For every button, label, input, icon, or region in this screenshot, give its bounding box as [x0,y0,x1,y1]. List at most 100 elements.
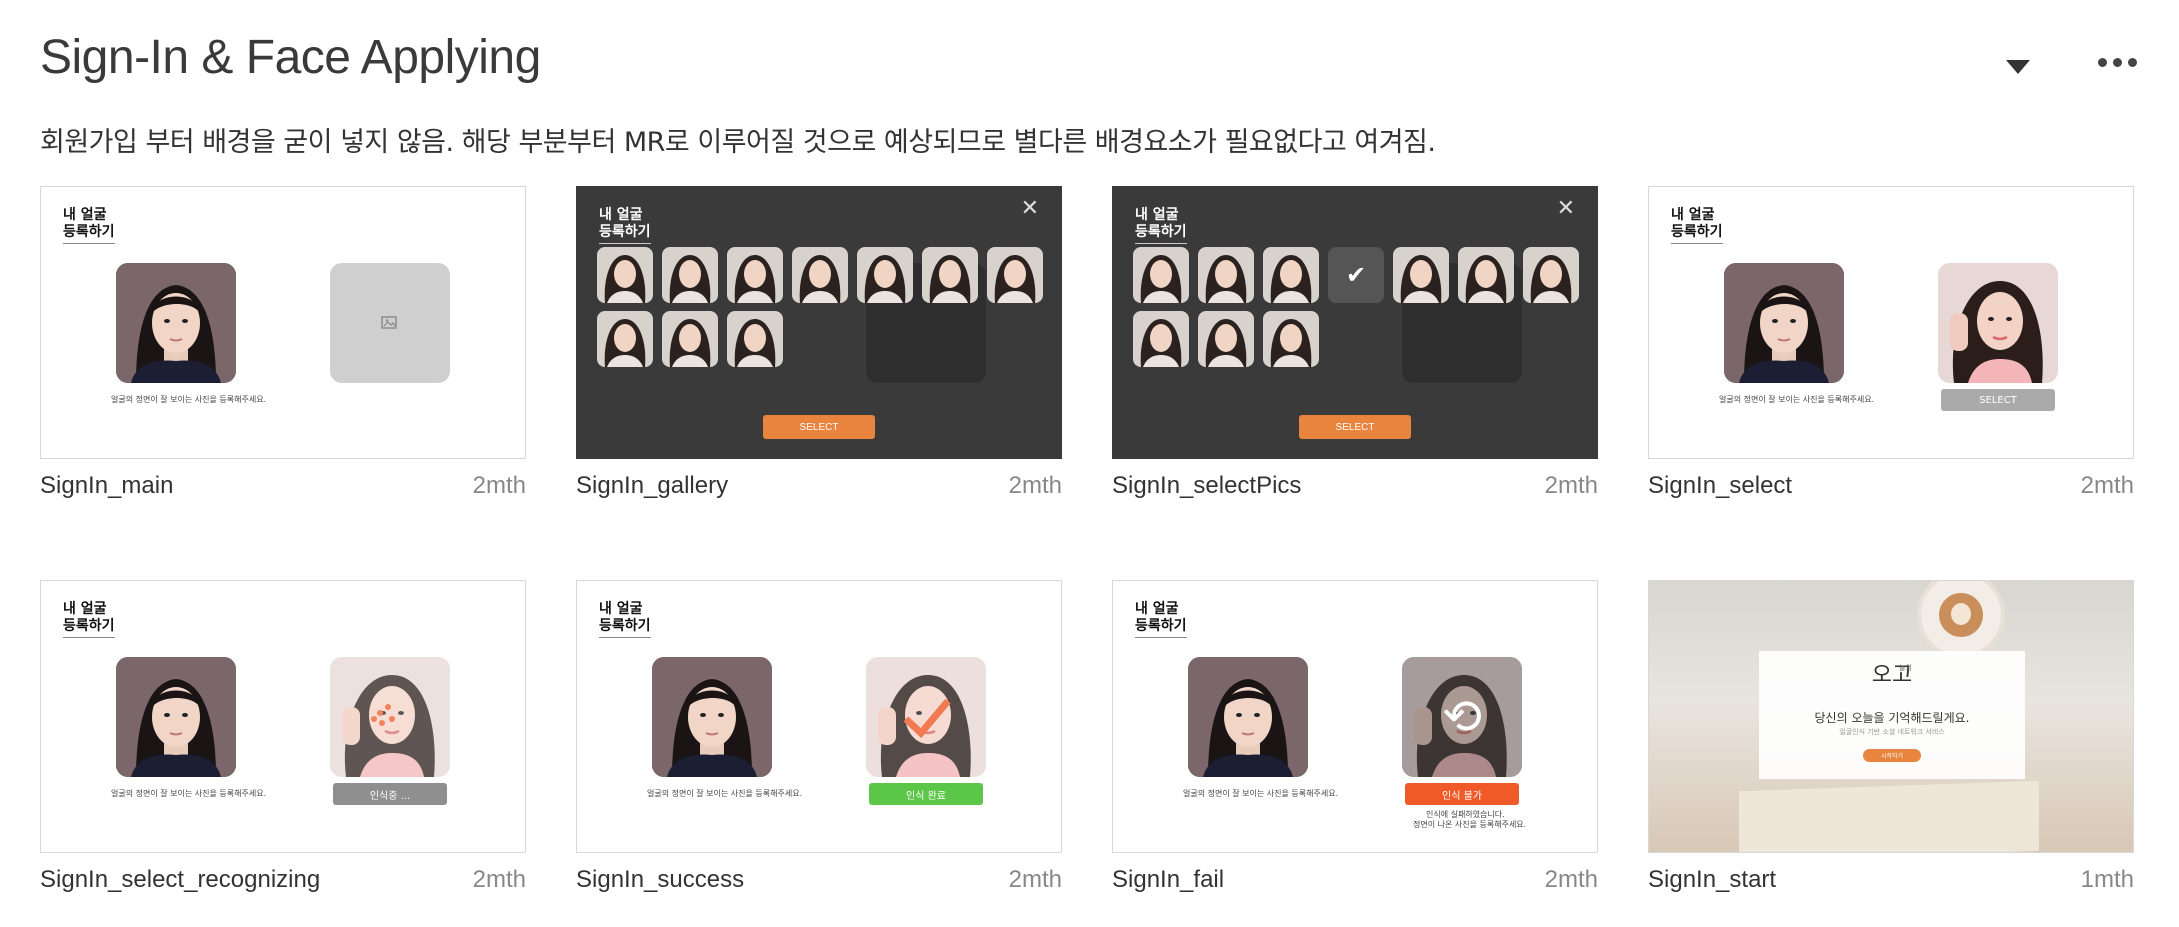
gallery-thumb-selected[interactable]: ✔ [1328,247,1384,303]
frame-name[interactable]: SignIn_fail [1112,866,1224,894]
fail-message: 정면이 나온 사진을 등록해주세요. [1413,820,1527,829]
frame-name[interactable]: SignIn_select_recognizing [40,866,320,894]
section-title: Sign-In & Face Applying [40,31,541,84]
gallery-thumb[interactable] [727,311,783,367]
screen-heading: 내 얼굴 등록하기 [63,601,115,638]
frame-name[interactable]: SignIn_success [576,866,744,894]
profile-photo [1188,657,1308,777]
photo-caption: 얼굴의 정면이 잘 보이는 사진을 등록해주세요. [111,789,267,798]
select-button[interactable]: SELECT [763,415,875,439]
undo-icon: ⟲ [1441,691,1483,744]
book [1739,780,2039,852]
frame-name[interactable]: SignIn_gallery [576,472,728,500]
frame-card[interactable]: 내 얼굴 등록하기 ✕ SELECT SignIn_gallery 2mth [576,186,1062,499]
more-dot [2128,57,2137,67]
frame-card[interactable]: 내 얼굴 등록하기 얼굴의 정면이 잘 보이는 사진을 등록해주세요. Sign… [40,186,526,499]
close-icon[interactable]: ✕ [1557,195,1575,221]
photo-caption: 얼굴의 정면이 잘 보이는 사진을 등록해주세요. [1183,789,1339,798]
screen-heading: 내 얼굴 등록하기 [1671,207,1723,244]
gallery-thumb[interactable] [727,247,783,303]
frame-thumbnail[interactable]: 내 얼굴 등록하기 인식중 ... 얼굴의 정면이 잘 보이는 사진을 등록해주… [40,580,526,853]
close-icon[interactable]: ✕ [1021,195,1039,221]
gallery-thumb[interactable] [1133,247,1189,303]
photo-caption: 얼굴의 정면이 잘 보이는 사진을 등록해주세요. [111,395,267,404]
gallery-thumb[interactable] [662,311,718,367]
gallery-thumb[interactable] [662,247,718,303]
frame-time: 2mth [1544,866,1598,893]
frame-thumbnail[interactable]: 내 얼굴 등록하기 ✕ SELECT [576,186,1062,459]
gallery-thumb[interactable] [1523,247,1579,303]
gallery-thumb[interactable] [1133,311,1189,367]
frame-card[interactable]: 내 얼굴 등록하기 SELECT 얼굴의 정면이 잘 보이는 사진을 등록해주세… [1648,186,2134,499]
frame-name[interactable]: SignIn_selectPics [1112,472,1301,500]
frame-name[interactable]: SignIn_select [1648,472,1792,500]
status-badge: 인식 불가 [1405,783,1519,805]
gallery-thumb[interactable] [922,247,978,303]
status-badge: 인식중 ... [333,783,447,805]
frame-time: 2mth [1008,866,1062,893]
tagline: 당신의 오늘을 기억해드릴게요. [1814,711,1970,725]
screen-heading: 내 얼굴 등록하기 [599,601,651,638]
photo-caption: 얼굴의 정면이 잘 보이는 사진을 등록해주세요. [647,789,803,798]
frame-thumbnail[interactable]: 내 얼굴 등록하기 인식 완료 얼굴의 정면이 잘 보이는 사진을 등록해주세요… [576,580,1062,853]
frame-time: 2mth [472,472,526,499]
frame-card[interactable]: 내 얼굴 등록하기 ⟲ 인식 불가 인식에 실패하였습니다. 정면이 나온 사진… [1112,580,1598,893]
start-button[interactable]: 시작하기 [1863,749,1921,762]
frame-time: 2mth [2080,472,2134,499]
screen-heading: 내 얼굴 등록하기 [63,207,115,244]
gallery-thumb[interactable] [1198,247,1254,303]
gallery-thumb[interactable] [597,247,653,303]
screen-heading: 내 얼굴 등록하기 [1135,207,1187,244]
gallery-thumb[interactable] [1393,247,1449,303]
frame-time: 1mth [2080,866,2134,893]
fail-photo: ⟲ [1402,657,1522,777]
more-dot [2113,57,2122,67]
frame-thumbnail[interactable]: 내 얼굴 등록하기 ✕ ✔ SELECT [1112,186,1598,459]
profile-photo [652,657,772,777]
frame-time: 2mth [1544,472,1598,499]
more-horizontal-icon[interactable] [2098,52,2138,72]
frame-card[interactable]: 내 얼굴 등록하기 ✕ ✔ SELECT SignIn_selectPics 2… [1112,186,1598,499]
selected-photo [1938,263,2058,383]
start-modal: 오고 늘의 당신의 오늘을 기억해드릴게요. 얼굴인식 기반 소셜 네트워크 서… [1759,651,2025,779]
screen-heading: 내 얼굴 등록하기 [599,207,651,244]
profile-photo [116,657,236,777]
select-button[interactable]: SELECT [1941,389,2055,411]
photo-caption: 얼굴의 정면이 잘 보이는 사진을 등록해주세요. [1719,395,1875,404]
frame-time: 2mth [472,866,526,893]
frame-card[interactable]: 내 얼굴 등록하기 인식중 ... 얼굴의 정면이 잘 보이는 사진을 등록해주… [40,580,526,893]
gallery-thumb[interactable] [1198,311,1254,367]
profile-photo [116,263,236,383]
gallery-thumb[interactable] [1263,311,1319,367]
gallery-thumb[interactable] [987,247,1043,303]
success-photo [866,657,986,777]
more-dot [2098,57,2107,67]
gallery-thumb[interactable] [1458,247,1514,303]
frame-time: 2mth [1008,472,1062,499]
frame-thumbnail[interactable]: 내 얼굴 등록하기 얼굴의 정면이 잘 보이는 사진을 등록해주세요. [40,186,526,459]
frame-thumbnail[interactable]: 내 얼굴 등록하기 ⟲ 인식 불가 인식에 실패하였습니다. 정면이 나온 사진… [1112,580,1598,853]
frame-card[interactable]: 오고 늘의 당신의 오늘을 기억해드릴게요. 얼굴인식 기반 소셜 네트워크 서… [1648,580,2134,893]
frame-name[interactable]: SignIn_main [40,472,173,500]
status-badge: 인식 완료 [869,783,983,805]
gallery-thumb[interactable] [857,247,913,303]
gallery-thumb[interactable] [792,247,848,303]
recognition-dots [371,704,395,726]
photo-placeholder [330,263,450,383]
frame-thumbnail[interactable]: 내 얼굴 등록하기 SELECT 얼굴의 정면이 잘 보이는 사진을 등록해주세… [1648,186,2134,459]
caret-down-icon[interactable] [2000,50,2036,80]
profile-photo [1724,263,1844,383]
image-icon [380,313,400,333]
logo-small: 늘의 [1899,664,1912,672]
select-button[interactable]: SELECT [1299,415,1411,439]
gallery-thumb[interactable] [597,311,653,367]
frame-name[interactable]: SignIn_start [1648,866,1776,894]
subline: 얼굴인식 기반 소셜 네트워크 서비스 [1839,728,1945,736]
gallery-thumb[interactable] [1263,247,1319,303]
frame-card[interactable]: 내 얼굴 등록하기 인식 완료 얼굴의 정면이 잘 보이는 사진을 등록해주세요… [576,580,1062,893]
screen-heading: 내 얼굴 등록하기 [1135,601,1187,638]
frame-thumbnail[interactable]: 오고 늘의 당신의 오늘을 기억해드릴게요. 얼굴인식 기반 소셜 네트워크 서… [1648,580,2134,853]
section-description: 회원가입 부터 배경을 굳이 넣지 않음. 해당 부분부터 MR로 이루어질 것… [40,127,1436,158]
check-icon [903,698,951,739]
logo: 오고 [1871,663,1913,688]
